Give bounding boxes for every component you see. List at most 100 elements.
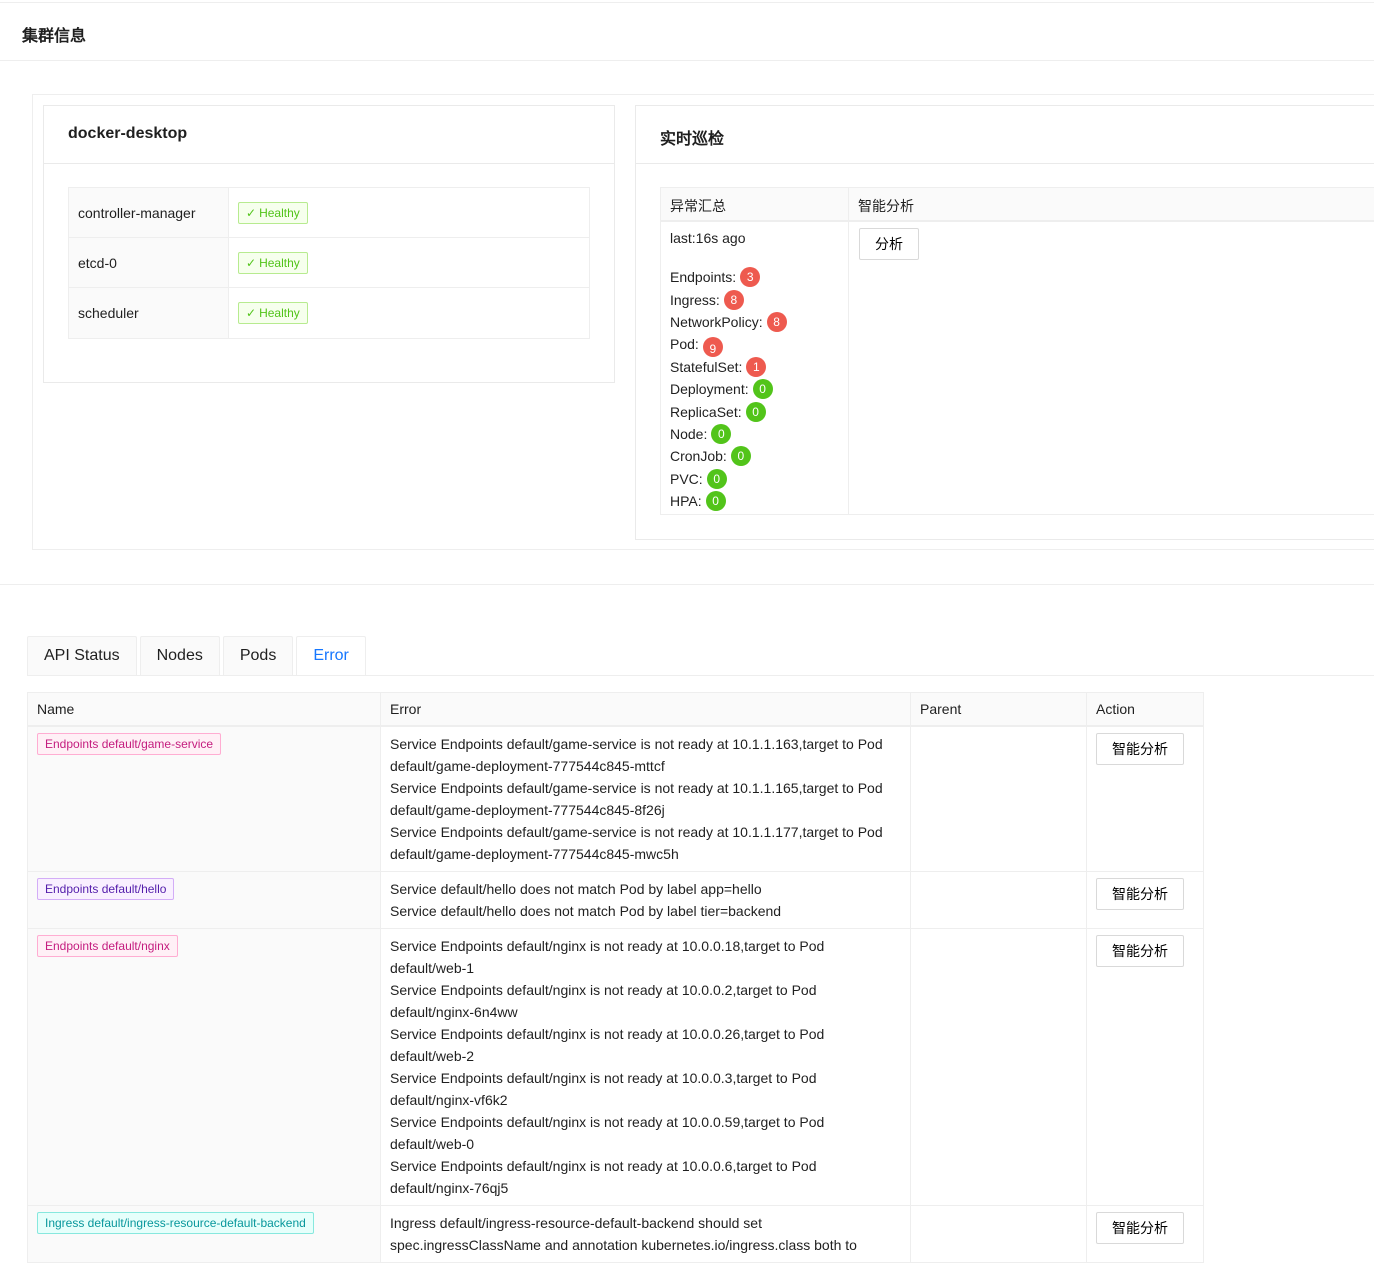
resource-label: ReplicaSet: xyxy=(670,403,742,420)
component-name: scheduler xyxy=(69,288,229,338)
inspection-table: 异常汇总 智能分析 last:16s ago Endpoints: 3 Ingres… xyxy=(660,187,1374,515)
smart-analysis-button[interactable]: 智能分析 xyxy=(1096,1212,1184,1244)
resource-name-tag[interactable]: Endpoints default/nginx xyxy=(37,935,178,957)
error-message: Service Endpoints default/game-service i… xyxy=(390,780,883,818)
healthy-tag: ✓ Healthy xyxy=(238,202,308,224)
error-cell: Service Endpoints default/nginx is not r… xyxy=(381,929,911,1205)
parent-cell xyxy=(911,929,1087,1205)
resource-count-badge: 9 xyxy=(702,337,723,358)
error-cell: Ingress default/ingress-resource-default… xyxy=(381,1206,911,1262)
resource-name-tag[interactable]: Ingress default/ingress-resource-default… xyxy=(37,1212,314,1234)
resource-line: CronJob: 0 xyxy=(670,445,848,467)
section-divider xyxy=(0,584,1374,585)
table-row: Endpoints default/hello Service default/h… xyxy=(28,872,1203,929)
smart-analysis-button[interactable]: 智能分析 xyxy=(1096,935,1184,967)
resource-count-badge: 0 xyxy=(706,468,727,489)
check-icon: ✓ xyxy=(246,256,257,270)
table-row: Ingress default/ingress-resource-default… xyxy=(28,1206,1203,1263)
check-icon: ✓ xyxy=(246,206,257,220)
smart-analysis-button[interactable]: 智能分析 xyxy=(1096,878,1184,910)
resource-line: StatefulSet: 1 xyxy=(670,356,848,378)
page-title: 集群信息 xyxy=(22,28,87,45)
resource-line: Ingress: 8 xyxy=(670,288,848,310)
component-status-table: controller-manager ✓ Healthy etcd-0 ✓ Healthy… xyxy=(68,187,590,339)
component-name: controller-manager xyxy=(69,188,229,237)
component-name: etcd-0 xyxy=(69,238,229,287)
component-row: etcd-0 ✓ Healthy xyxy=(69,238,589,288)
resource-label: PVC: xyxy=(670,470,703,487)
col-analysis-header: 智能分析 xyxy=(858,198,914,214)
tab-api-status[interactable]: API Status xyxy=(27,636,137,676)
tab-bar: API Status Nodes Pods Error xyxy=(27,636,369,676)
healthy-label: Healthy xyxy=(259,306,300,320)
healthy-tag: ✓ Healthy xyxy=(238,302,308,324)
smart-analysis-button[interactable]: 智能分析 xyxy=(1096,733,1184,765)
resource-line: Deployment: 0 xyxy=(670,378,848,400)
error-table-header: Name Error Parent Action xyxy=(28,693,1203,727)
resource-count-badge: 0 xyxy=(711,423,732,444)
resource-line: ReplicaSet: 0 xyxy=(670,400,848,422)
resource-line: Pod: 9 xyxy=(670,333,848,358)
resource-count-badge: 8 xyxy=(723,289,744,310)
tabs-divider xyxy=(27,675,1374,676)
resource-label: Deployment: xyxy=(670,381,749,398)
action-cell: 智能分析 xyxy=(1087,929,1203,1205)
resource-line: NetworkPolicy: 8 xyxy=(670,311,848,333)
error-table: Name Error Parent Action Endpoints defau… xyxy=(27,692,1204,1263)
resource-line: HPA: 0 xyxy=(670,490,848,512)
resource-label: CronJob: xyxy=(670,448,727,465)
name-cell: Endpoints default/nginx xyxy=(28,929,381,1205)
action-cell: 智能分析 xyxy=(1087,1206,1203,1262)
analyze-button[interactable]: 分析 xyxy=(859,228,919,260)
resource-label: Ingress: xyxy=(670,291,720,308)
resource-label: Pod: xyxy=(670,336,699,353)
name-cell: Ingress default/ingress-resource-default… xyxy=(28,1206,381,1262)
tab-error[interactable]: Error xyxy=(296,636,366,676)
check-icon: ✓ xyxy=(246,306,257,320)
col-error-header: Error xyxy=(381,693,911,725)
healthy-tag: ✓ Healthy xyxy=(238,252,308,274)
resource-count-badge: 0 xyxy=(752,379,773,400)
action-cell: 智能分析 xyxy=(1087,872,1203,928)
summary-cell: last:16s ago Endpoints: 3 Ingress: 8 Network… xyxy=(661,222,849,514)
name-cell: Endpoints default/hello xyxy=(28,872,381,928)
error-table-body: Endpoints default/game-service Service En… xyxy=(28,727,1203,1263)
resource-label: NetworkPolicy: xyxy=(670,313,763,330)
resource-label: Node: xyxy=(670,425,708,442)
error-cell: Service default/hello does not match Pod… xyxy=(381,872,911,928)
resource-count-badge: 0 xyxy=(730,446,751,467)
table-row: Endpoints default/game-service Service En… xyxy=(28,727,1203,872)
name-cell: Endpoints default/game-service xyxy=(28,727,381,871)
error-message: Service Endpoints default/nginx is not r… xyxy=(390,1070,817,1108)
error-message: Service default/hello does not match Pod… xyxy=(390,903,782,919)
last-inspection-time: last:16s ago xyxy=(670,230,746,246)
col-summary-header: 异常汇总 xyxy=(661,188,849,220)
resource-name-tag[interactable]: Endpoints default/game-service xyxy=(37,733,222,755)
resource-count-badge: 0 xyxy=(705,491,726,512)
error-message: Service Endpoints default/nginx is not r… xyxy=(390,1114,825,1152)
component-status: ✓ Healthy xyxy=(229,238,308,287)
tab-pods[interactable]: Pods xyxy=(222,636,294,676)
resource-count-badge: 8 xyxy=(766,311,787,332)
resource-line: PVC: 0 xyxy=(670,468,848,490)
cluster-name: docker-desktop xyxy=(44,106,614,164)
error-message: Service Endpoints default/nginx is not r… xyxy=(390,938,825,976)
inspection-table-header: 异常汇总 智能分析 xyxy=(661,188,1374,222)
error-message: Service default/hello does not match Pod… xyxy=(390,881,762,897)
col-parent-header: Parent xyxy=(911,693,1087,725)
resource-line: Endpoints: 3 xyxy=(670,266,848,288)
resource-name-tag[interactable]: Endpoints default/hello xyxy=(37,878,175,900)
component-status: ✓ Healthy xyxy=(229,188,308,237)
error-message: Ingress default/ingress-resource-default… xyxy=(390,1215,857,1253)
error-message: Service Endpoints default/nginx is not r… xyxy=(390,1158,817,1196)
component-row: scheduler ✓ Healthy xyxy=(69,288,589,338)
error-message: Service Endpoints default/nginx is not r… xyxy=(390,1026,825,1064)
resource-label: Endpoints: xyxy=(670,269,737,286)
component-row: controller-manager ✓ Healthy xyxy=(69,188,589,238)
resource-count-badge: 0 xyxy=(745,401,766,422)
tab-nodes[interactable]: Nodes xyxy=(139,636,220,676)
component-status: ✓ Healthy xyxy=(229,288,308,338)
error-message: Service Endpoints default/game-service i… xyxy=(390,824,883,862)
error-cell: Service Endpoints default/game-service i… xyxy=(381,727,911,871)
resource-count-badge: 1 xyxy=(746,356,767,377)
